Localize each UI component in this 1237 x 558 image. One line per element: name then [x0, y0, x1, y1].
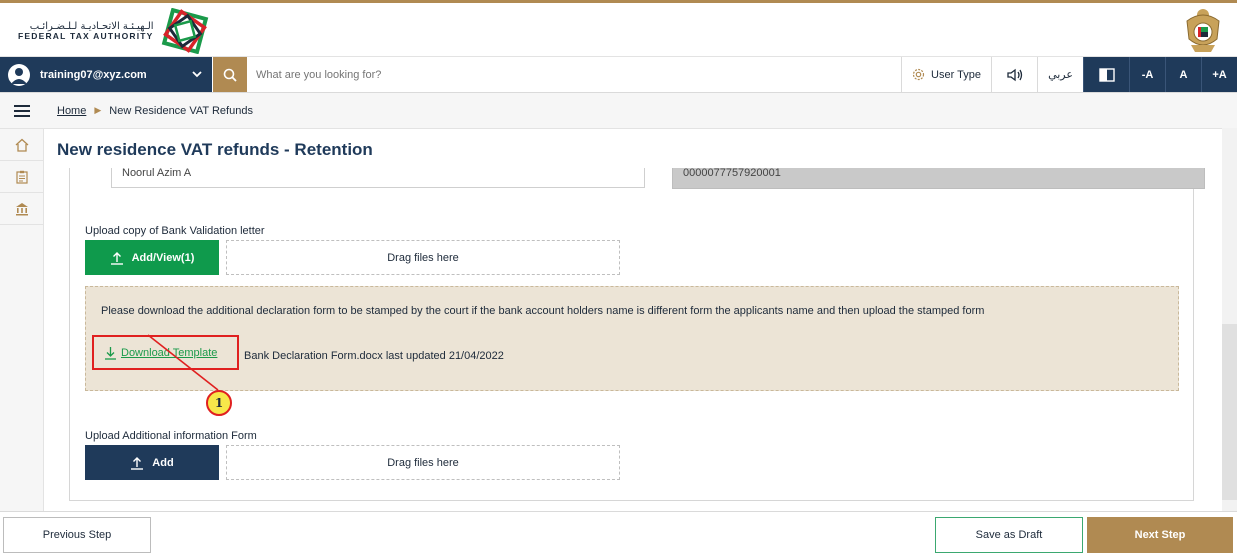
additional-form-add-button[interactable]: Add [85, 445, 219, 480]
upload-icon [131, 456, 144, 470]
additional-form-drop-zone[interactable]: Drag files here [226, 445, 620, 480]
site-header: الـهيـئـة الاتحـاديـة لـلـضـرائـب FEDERA… [0, 0, 1237, 57]
bank-letter-drop-zone[interactable]: Drag files here [226, 240, 620, 275]
callout-marker: 1 [206, 390, 232, 416]
additional-form-label: Upload Additional information Form [85, 430, 257, 442]
contrast-icon [1098, 67, 1115, 82]
additional-form-button-label: Add [152, 456, 174, 469]
fta-emblem-icon [161, 8, 208, 54]
account-holder-name-field[interactable]: Noorul Azim A [111, 168, 645, 188]
form-card: Noorul Azim A 0000077757920001 Upload co… [69, 168, 1205, 501]
breadcrumb: Home ▶ New Residence VAT Refunds [44, 93, 1237, 129]
page-title: New residence VAT refunds - Retention [57, 140, 373, 159]
fta-logo[interactable]: الـهيـئـة الاتحـاديـة لـلـضـرائـب FEDERA… [18, 8, 210, 54]
template-file-info: Bank Declaration Form.docx last updated … [244, 350, 504, 362]
vertical-scrollbar[interactable] [1222, 128, 1237, 511]
scrollbar-thumb[interactable] [1222, 324, 1237, 500]
search-button[interactable] [213, 57, 247, 92]
download-icon [105, 346, 116, 360]
upload-icon [110, 251, 123, 265]
logo-english-text: FEDERAL TAX AUTHORITY [18, 30, 154, 41]
user-menu[interactable]: training07@xyz.com [0, 57, 212, 92]
user-type-label: User Type [931, 68, 981, 81]
declaration-info-text: Please download the additional declarati… [101, 305, 985, 317]
sidebar-item-tasks[interactable] [0, 161, 44, 193]
bank-letter-add-view-button[interactable]: Add/View(1) [85, 240, 219, 275]
clipboard-icon [16, 170, 28, 184]
bank-icon [16, 202, 28, 215]
account-number-field: 0000077757920001 [672, 168, 1205, 189]
declaration-info-box: Please download the additional declarati… [85, 286, 1179, 391]
speaker-icon [1006, 68, 1022, 81]
search-input[interactable] [256, 65, 856, 85]
bank-letter-label: Upload copy of Bank Validation letter [85, 225, 265, 237]
previous-step-button[interactable]: Previous Step [3, 517, 151, 553]
breadcrumb-current: New Residence VAT Refunds [109, 104, 253, 117]
font-decrease-button[interactable]: -A [1129, 57, 1165, 92]
user-avatar-icon [8, 63, 30, 86]
search-icon [223, 68, 237, 82]
top-navbar: training07@xyz.com User Type عربي [0, 57, 1237, 93]
sidebar-item-bank[interactable] [0, 193, 44, 225]
language-label: عربي [1048, 68, 1073, 81]
user-type-button[interactable]: User Type [901, 57, 991, 92]
save-as-draft-button[interactable]: Save as Draft [935, 517, 1083, 553]
language-toggle[interactable]: عربي [1037, 57, 1083, 92]
chevron-down-icon [192, 69, 202, 81]
uae-emblem-icon [1186, 9, 1220, 52]
breadcrumb-home-link[interactable]: Home [57, 105, 86, 117]
audio-button[interactable] [991, 57, 1037, 92]
home-icon [15, 138, 29, 152]
menu-toggle-button[interactable] [0, 93, 44, 129]
callout-line [147, 334, 219, 391]
next-step-button[interactable]: Next Step [1087, 517, 1233, 553]
user-email: training07@xyz.com [40, 68, 147, 81]
gear-icon [912, 68, 925, 81]
hamburger-icon [14, 104, 30, 117]
breadcrumb-separator-icon: ▶ [94, 105, 102, 115]
sidebar-item-home[interactable] [0, 129, 44, 161]
contrast-toggle[interactable] [1083, 57, 1129, 92]
wizard-footer: Previous Step Save as Draft Next Step [0, 511, 1237, 558]
bank-letter-button-label: Add/View(1) [131, 251, 195, 264]
left-sidebar [0, 93, 44, 511]
font-normal-button[interactable]: A [1165, 57, 1201, 92]
font-increase-button[interactable]: +A [1201, 57, 1237, 92]
form-scroll-area[interactable]: Noorul Azim A 0000077757920001 Upload co… [44, 168, 1222, 511]
